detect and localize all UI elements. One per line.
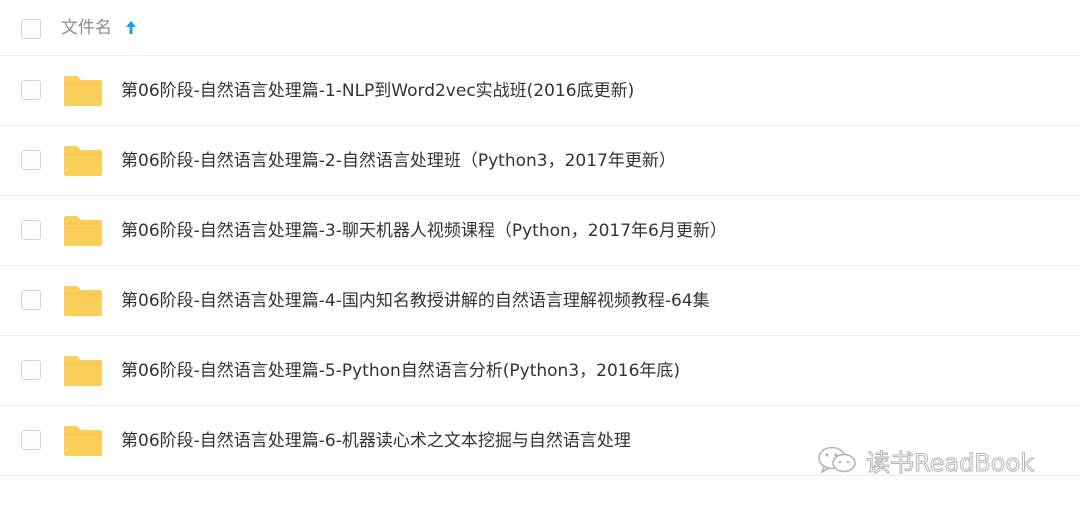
row-checkbox[interactable] <box>21 150 41 170</box>
row-checkbox[interactable] <box>21 290 41 310</box>
list-item[interactable]: 第06阶段-自然语言处理篇-2-自然语言处理班（Python3，2017年更新） <box>0 126 1080 196</box>
row-checkbox[interactable] <box>21 360 41 380</box>
row-checkbox[interactable] <box>21 80 41 100</box>
folder-icon <box>64 216 102 246</box>
folder-name[interactable]: 第06阶段-自然语言处理篇-3-聊天机器人视频课程（Python，2017年6月… <box>121 219 727 243</box>
list-item[interactable]: 第06阶段-自然语言处理篇-4-国内知名教授讲解的自然语言理解视频教程-64集 <box>0 266 1080 336</box>
folder-name[interactable]: 第06阶段-自然语言处理篇-4-国内知名教授讲解的自然语言理解视频教程-64集 <box>121 289 710 313</box>
folder-icon <box>64 426 102 456</box>
folder-name[interactable]: 第06阶段-自然语言处理篇-1-NLP到Word2vec实战班(2016底更新) <box>121 79 634 103</box>
watermark-text: 读书ReadBook <box>865 448 1035 477</box>
filename-column-header[interactable]: 文件名 <box>61 17 112 39</box>
folder-icon <box>64 76 102 106</box>
row-checkbox[interactable] <box>21 220 41 240</box>
folder-name[interactable]: 第06阶段-自然语言处理篇-2-自然语言处理班（Python3，2017年更新） <box>121 149 676 173</box>
folder-icon <box>64 146 102 176</box>
wechat-icon <box>818 446 856 474</box>
folder-name[interactable]: 第06阶段-自然语言处理篇-5-Python自然语言分析(Python3，201… <box>121 359 680 383</box>
file-list: 第06阶段-自然语言处理篇-1-NLP到Word2vec实战班(2016底更新)… <box>0 56 1080 476</box>
row-checkbox[interactable] <box>21 430 41 450</box>
file-list-header: 文件名 <box>0 0 1080 56</box>
watermark: 读书ReadBook <box>816 444 1035 477</box>
folder-name[interactable]: 第06阶段-自然语言处理篇-6-机器读心术之文本挖掘与自然语言处理 <box>121 429 631 453</box>
list-item[interactable]: 第06阶段-自然语言处理篇-3-聊天机器人视频课程（Python，2017年6月… <box>0 196 1080 266</box>
arrow-up-icon[interactable] <box>124 19 138 37</box>
list-item[interactable]: 第06阶段-自然语言处理篇-5-Python自然语言分析(Python3，201… <box>0 336 1080 406</box>
list-item[interactable]: 第06阶段-自然语言处理篇-1-NLP到Word2vec实战班(2016底更新) <box>0 56 1080 126</box>
folder-icon <box>64 356 102 386</box>
folder-icon <box>64 286 102 316</box>
select-all-checkbox[interactable] <box>21 19 41 39</box>
